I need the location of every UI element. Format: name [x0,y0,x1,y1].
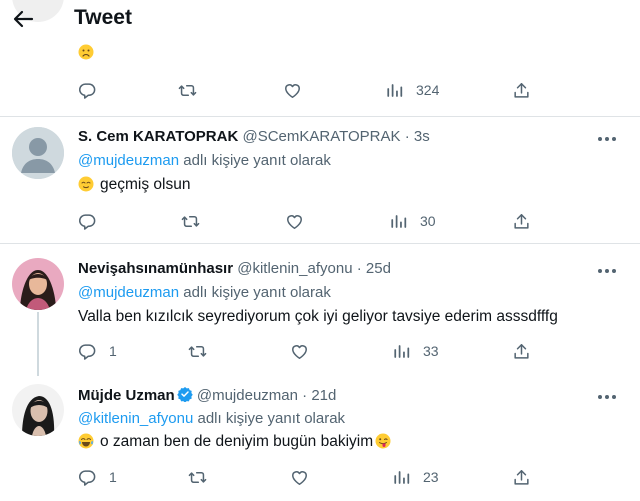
tweet-actions: 30 [78,210,538,232]
share-icon [512,212,531,231]
reply-icon [78,81,97,100]
retweet-button[interactable] [188,466,207,488]
tweet-reply-mujde[interactable]: Müjde Uzman @mujdeuzman · 21d @kitlenin_… [0,374,640,501]
retweet-icon [178,81,197,100]
user-handle[interactable]: @kitlenin_afyonu [237,260,352,277]
relieved-face-icon [78,176,94,192]
share-icon [512,342,531,361]
tweet-actions: 324 [78,79,538,101]
retweet-button[interactable] [178,79,197,101]
tweet-reply-nevisah[interactable]: Nevişahsınamünhasır @kitlenin_afyonu · 2… [0,244,640,374]
views-button[interactable]: 23 [392,466,439,488]
replying-to-label: adlı kişiye yanıt olarak [193,410,346,427]
reply-button[interactable] [78,210,97,232]
tweet-text: geçmiş olsun [78,176,190,194]
reply-button[interactable] [78,79,97,101]
verified-badge-icon [176,387,193,402]
separator: · [404,128,410,145]
tweet-header: S. Cem KARATOPRAK @SCemKARATOPRAK · 3s [78,128,430,145]
winking-tongue-face-icon [375,433,391,449]
heart-icon [290,468,309,487]
replying-to: @mujdeuzman adlı kişiye yanıt olarak [78,284,331,301]
views-count: 30 [420,213,436,229]
frowning-face-icon [78,44,94,60]
views-count: 33 [423,343,439,359]
timestamp[interactable]: 3s [414,128,430,145]
heart-icon [285,212,304,231]
views-count: 23 [423,469,439,485]
tweet-text-content: geçmiş olsun [100,176,191,193]
timestamp[interactable]: 25d [366,260,391,277]
like-button[interactable] [290,466,309,488]
avatar[interactable] [12,384,64,436]
tears-of-joy-icon [78,433,94,449]
avatar[interactable] [12,127,64,179]
replying-to-label: adlı kişiye yanıt olarak [179,284,331,301]
views-chart-icon [392,468,411,487]
timestamp[interactable]: 21d [311,387,336,404]
tweet-text [78,44,100,62]
views-button[interactable]: 30 [389,210,436,232]
tweet-actions: 1 33 [78,340,538,362]
separator: · [302,387,308,404]
retweet-button[interactable] [188,340,207,362]
share-icon [512,468,531,487]
avatar[interactable] [12,258,64,310]
more-options-icon[interactable] [596,132,618,146]
tweet-header: Müjde Uzman @mujdeuzman · 21d [78,386,336,404]
top-bar: Tweet [0,0,640,38]
tweet-text-content: o zaman ben de deniyim bugün bakiyim [100,433,374,450]
views-count: 324 [416,82,440,98]
back-arrow-icon[interactable] [10,6,38,32]
like-button[interactable] [285,210,304,232]
views-button[interactable]: 33 [392,340,439,362]
retweet-icon [188,468,207,487]
page-title: Tweet [74,6,132,29]
reply-icon [78,468,97,487]
tweet-text: Valla ben kızılcık seyrediyorum çok iyi … [78,308,558,325]
separator: · [356,260,362,277]
views-button[interactable]: 324 [385,79,439,101]
reply-button[interactable]: 1 [78,340,117,362]
share-button[interactable] [512,340,531,362]
heart-icon [290,342,309,361]
retweet-icon [188,342,207,361]
mention-link[interactable]: @mujdeuzman [78,284,179,301]
replies-count: 1 [109,469,117,485]
display-name[interactable]: Nevişahsınamünhasır [78,260,233,277]
tweet-actions: 1 23 [78,466,538,488]
user-handle[interactable]: @SCemKARATOPRAK [242,128,400,145]
like-button[interactable] [283,79,302,101]
more-options-icon[interactable] [596,390,618,404]
views-chart-icon [392,342,411,361]
mention-link[interactable]: @kitlenin_afyonu [78,410,193,427]
heart-icon [283,81,302,100]
reply-icon [78,212,97,231]
views-chart-icon [385,81,404,100]
reply-icon [78,342,97,361]
display-name[interactable]: Müjde Uzman [78,387,175,404]
mention-link[interactable]: @mujdeuzman [78,152,179,169]
replying-to-label: adlı kişiye yanıt olarak [179,152,331,169]
replies-count: 1 [109,343,117,359]
share-button[interactable] [512,210,531,232]
share-button[interactable] [512,79,531,101]
share-icon [512,81,531,100]
reply-button[interactable]: 1 [78,466,117,488]
like-button[interactable] [290,340,309,362]
tweet-header: Nevişahsınamünhasır @kitlenin_afyonu · 2… [78,260,391,277]
tweet-reply-scem[interactable]: S. Cem KARATOPRAK @SCemKARATOPRAK · 3s @… [0,117,640,243]
retweet-button[interactable] [181,210,200,232]
tweet-text: o zaman ben de deniyim bugün bakiyim [78,433,391,451]
replying-to: @kitlenin_afyonu adlı kişiye yanıt olara… [78,410,345,427]
more-options-icon[interactable] [596,264,618,278]
display-name[interactable]: S. Cem KARATOPRAK [78,128,238,145]
replying-to: @mujdeuzman adlı kişiye yanıt olarak [78,152,331,169]
retweet-icon [181,212,200,231]
user-handle[interactable]: @mujdeuzman [197,387,298,404]
share-button[interactable] [512,466,531,488]
views-chart-icon [389,212,408,231]
